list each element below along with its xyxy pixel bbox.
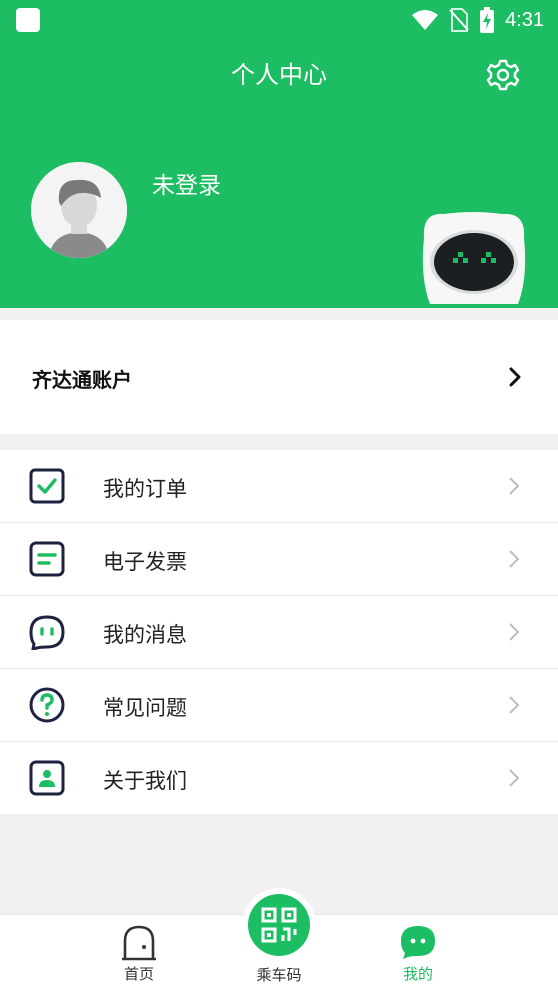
menu-item-label: 电子发票 [103, 550, 187, 574]
status-bar: 4:31 [0, 0, 558, 40]
chevron-right-icon [509, 367, 521, 387]
profile-header: 4:31 个人中心 未登录 [0, 0, 558, 308]
menu-list: 我的订单 电子发票 我的消息 常见问题 关于我们 [0, 450, 558, 814]
chevron-right-icon [509, 623, 520, 641]
home-door-icon [122, 925, 156, 961]
menu-item-label: 常见问题 [103, 696, 187, 720]
order-check-icon [29, 468, 65, 504]
gear-icon[interactable] [486, 58, 520, 92]
question-icon [29, 687, 65, 723]
menu-item-label: 关于我们 [103, 769, 187, 793]
chevron-right-icon [509, 477, 520, 495]
menu-item-about[interactable]: 关于我们 [0, 742, 558, 814]
ride-code-button[interactable] [248, 894, 310, 956]
menu-item-label: 我的消息 [103, 623, 187, 647]
menu-item-invoice[interactable]: 电子发票 [0, 523, 558, 596]
menu-item-orders[interactable]: 我的订单 [0, 450, 558, 523]
menu-item-faq[interactable]: 常见问题 [0, 669, 558, 742]
robot-mascot-icon [422, 212, 526, 304]
wifi-icon [412, 10, 439, 30]
account-label: 齐达通账户 [32, 368, 132, 392]
tab-mine[interactable]: 我的 [373, 915, 463, 993]
status-time: 4:31 [505, 8, 544, 31]
default-user-icon [31, 162, 127, 258]
menu-item-messages[interactable]: 我的消息 [0, 596, 558, 669]
menu-item-label: 我的订单 [103, 477, 187, 501]
chevron-right-icon [509, 696, 520, 714]
tab-label: 我的 [402, 965, 433, 983]
tab-label: 首页 [123, 965, 154, 983]
qr-code-icon [261, 907, 297, 943]
battery-charging-icon [480, 7, 495, 33]
no-sim-icon [449, 8, 469, 32]
chevron-right-icon [509, 769, 520, 787]
message-icon [29, 615, 65, 650]
avatar[interactable] [31, 162, 127, 258]
tab-home[interactable]: 首页 [94, 915, 184, 993]
mine-chat-icon [401, 926, 435, 959]
username-login-status[interactable]: 未登录 [152, 166, 221, 200]
about-person-icon [29, 760, 65, 796]
chevron-right-icon [509, 550, 520, 568]
invoice-icon [29, 541, 65, 577]
page-title: 个人中心 [231, 61, 327, 89]
app-square-icon [16, 8, 40, 32]
ride-code-label: 乘车码 [256, 966, 302, 984]
